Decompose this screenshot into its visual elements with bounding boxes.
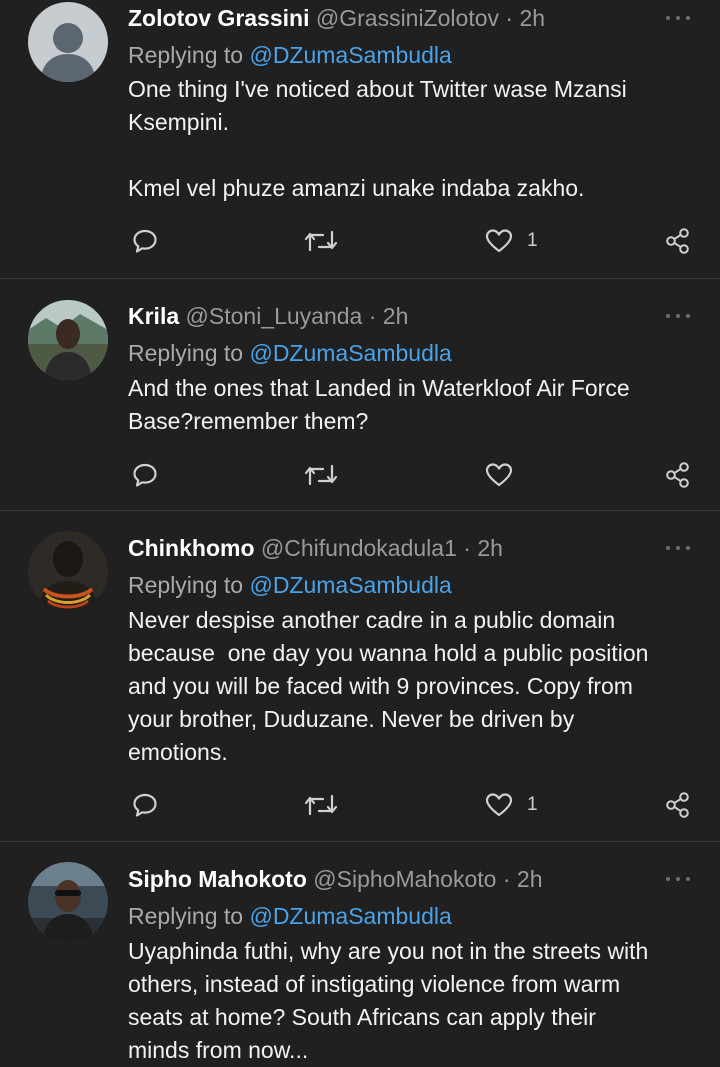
tweet[interactable]: Krila @Stoni_Luyanda · 2h Replying to @D… [0,279,720,510]
user-handle[interactable]: @Chifundokadula1 [261,535,457,561]
timestamp[interactable]: 2h [519,5,545,31]
replying-label: Replying to [128,340,250,366]
like-button[interactable]: 1 [485,790,538,820]
separator: · [502,866,511,892]
separator: · [368,303,377,329]
tweet[interactable]: Zolotov Grassini @GrassiniZolotov · 2h R… [0,0,720,278]
share-button[interactable] [664,226,692,256]
retweet-button[interactable] [303,790,339,820]
mention-link[interactable]: @DZumaSambudla [249,340,451,366]
timestamp[interactable]: 2h [477,535,503,561]
like-icon [485,792,513,818]
like-icon [485,228,513,254]
share-icon [664,791,692,819]
display-name[interactable]: Zolotov Grassini [128,5,309,31]
share-icon [664,461,692,489]
reply-button[interactable] [132,226,158,256]
more-icon[interactable] [666,543,690,553]
user-handle[interactable]: @SiphoMahokoto [313,866,496,892]
reply-button[interactable] [132,790,158,820]
separator: · [505,5,514,31]
more-icon[interactable] [666,874,690,884]
tweet-actions: 1 [128,226,698,256]
more-icon[interactable] [666,311,690,321]
mention-link[interactable]: @DZumaSambudla [249,572,451,598]
like-count: 1 [527,794,538,815]
mention-link[interactable]: @DZumaSambudla [249,903,451,929]
share-icon [664,227,692,255]
reply-button[interactable] [132,460,158,490]
like-icon [485,462,513,488]
retweet-icon [303,792,339,818]
tweet-actions [128,460,698,490]
more-icon[interactable] [666,13,690,23]
tweet-text: And the ones that Landed in Waterkloof A… [128,375,630,434]
tweet-text: One thing I've noticed about Twitter was… [128,76,627,201]
reply-icon [132,792,158,818]
like-button[interactable]: 1 [485,226,538,256]
avatar[interactable] [28,862,108,942]
retweet-icon [303,462,339,488]
replying-label: Replying to [128,42,250,68]
timestamp[interactable]: 2h [517,866,543,892]
replying-label: Replying to [128,572,250,598]
tweet-text: Never despise another cadre in a public … [128,607,649,765]
avatar[interactable] [28,300,108,380]
user-handle[interactable]: @Stoni_Luyanda [186,303,363,329]
tweet-actions: 1 [128,790,698,820]
share-button[interactable] [664,790,692,820]
display-name[interactable]: Sipho Mahokoto [128,866,307,892]
retweet-button[interactable] [303,226,339,256]
tweet[interactable]: Chinkhomo @Chifundokadula1 · 2h Replying… [0,511,720,841]
reply-icon [132,462,158,488]
retweet-icon [303,228,339,254]
share-button[interactable] [664,460,692,490]
separator: · [463,535,471,561]
reply-icon [132,228,158,254]
timestamp[interactable]: 2h [383,303,409,329]
avatar[interactable] [28,531,108,611]
tweet-text: Uyaphinda futhi, why are you not in the … [128,938,649,1063]
avatar[interactable] [28,2,108,82]
mention-link[interactable]: @DZumaSambudla [249,42,451,68]
display-name[interactable]: Krila [128,303,179,329]
like-count: 1 [527,230,538,251]
user-handle[interactable]: @GrassiniZolotov [316,5,499,31]
display-name[interactable]: Chinkhomo [128,535,255,561]
tweet[interactable]: Sipho Mahokoto @SiphoMahokoto · 2h Reply… [0,842,720,1065]
replying-label: Replying to [128,903,250,929]
retweet-button[interactable] [303,460,339,490]
like-button[interactable] [485,460,527,490]
